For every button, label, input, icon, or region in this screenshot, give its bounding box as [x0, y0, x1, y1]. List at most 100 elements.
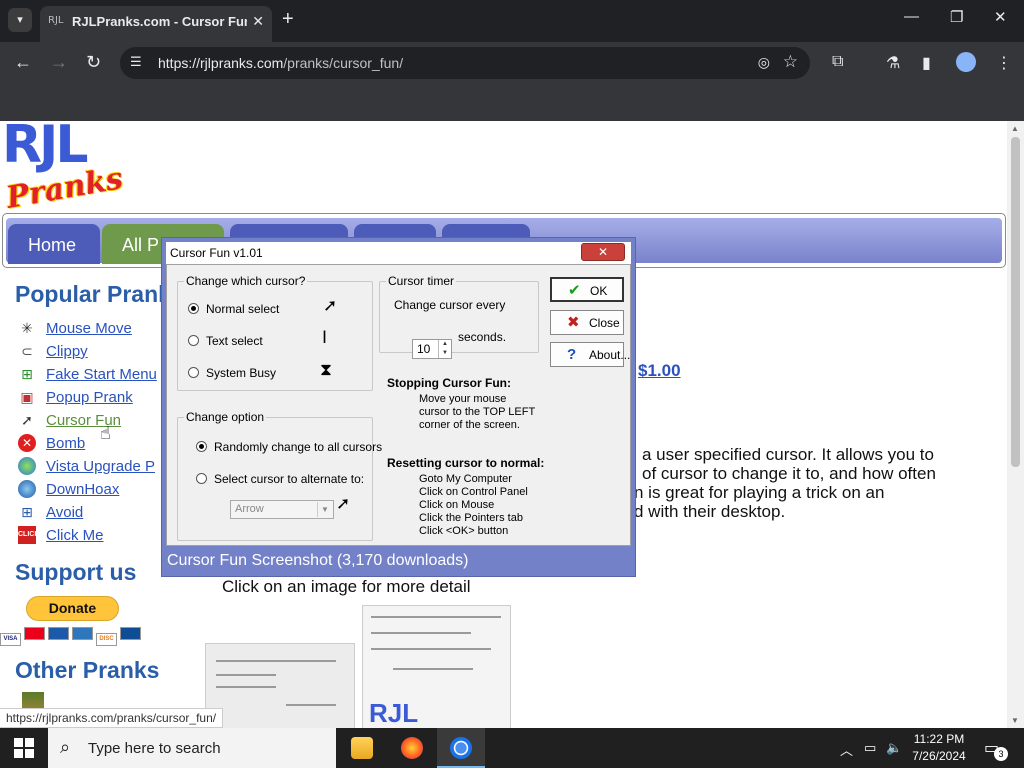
- x-icon: ✖: [567, 314, 580, 331]
- radio-dot: [188, 335, 199, 346]
- address-url: https://rjlpranks.com/pranks/cursor_fun/: [158, 55, 404, 71]
- radio-label: Randomly change to all cursors: [214, 440, 383, 454]
- cursor-timer-group: Cursor timer Change cursor every 10 ▲ ▼ s…: [379, 274, 539, 359]
- notification-count: 3: [994, 747, 1008, 761]
- button-label: About...: [589, 348, 631, 362]
- tab-favicon: RJL: [48, 15, 64, 26]
- screenshot-thumbnail-about[interactable]: RJL: [362, 605, 511, 728]
- spin-buttons-icon[interactable]: ▲ ▼: [438, 340, 451, 358]
- thumb-line: [286, 704, 336, 706]
- timer-seconds-input[interactable]: 10 ▲ ▼: [412, 339, 452, 359]
- sidebar-link-label[interactable]: Popup Prank: [46, 389, 133, 406]
- dialog-titlebar: Cursor Fun v1.01 ✕: [166, 242, 631, 264]
- about-button[interactable]: ? About...: [550, 342, 630, 367]
- sidebar-link-label[interactable]: Mouse Move: [46, 320, 132, 337]
- bookmark-star-icon[interactable]: ☆: [783, 52, 798, 72]
- visa-card-icon: VISA: [0, 633, 21, 646]
- taskbar-search[interactable]: ⌕ Type here to search: [48, 728, 336, 768]
- reload-icon[interactable]: ↻: [86, 52, 101, 72]
- amex-icon: [72, 627, 93, 640]
- windows-start-icon[interactable]: [14, 738, 34, 758]
- dialog-body: Change which cursor? Normal select ➚ Tex…: [166, 264, 631, 546]
- dialog-close-button[interactable]: ✕: [581, 243, 625, 261]
- help-icon: ?: [567, 346, 577, 363]
- discover-icon: DISC: [96, 633, 117, 646]
- price-link[interactable]: $1.00: [638, 361, 681, 381]
- scrollbar-thumb[interactable]: [1011, 137, 1020, 467]
- windows-flag-icon: ⊞: [21, 366, 33, 382]
- sidebar-link-label[interactable]: Click Me: [46, 527, 104, 544]
- rjl-pranks-logo[interactable]: RJL Pranks: [0, 121, 125, 216]
- tab-search-button[interactable]: ▾: [8, 8, 32, 32]
- thumb-rjl-logo: RJL: [369, 698, 419, 728]
- labs-flask-icon[interactable]: ⚗: [886, 53, 900, 73]
- bookmarks-bar: [0, 84, 1024, 121]
- scroll-up-icon[interactable]: ▲: [1011, 124, 1019, 133]
- tab-cursor-fun[interactable]: RJL RJLPranks.com - Cursor Fun ✕: [40, 6, 272, 42]
- menu-kebab-icon[interactable]: ⋮: [996, 53, 1012, 73]
- timer-unit: seconds.: [458, 330, 507, 344]
- scroll-down-icon[interactable]: ▼: [1011, 716, 1019, 725]
- address-bar[interactable]: ☰ https://rjlpranks.com/pranks/cursor_fu…: [120, 47, 810, 79]
- button-label: OK: [590, 284, 608, 298]
- popup-icon: ▣: [20, 389, 34, 405]
- sidebar-link-label[interactable]: Fake Start Menu: [46, 366, 157, 383]
- volume-muted-icon[interactable]: 🔈: [886, 740, 902, 756]
- search-placeholder: Type here to search: [88, 740, 221, 757]
- alternate-cursor-select[interactable]: Arrow ▼: [230, 500, 334, 519]
- stopping-line: corner of the screen.: [419, 419, 520, 431]
- thumb-line: [216, 686, 276, 688]
- window-close-icon[interactable]: ✕: [994, 8, 1007, 26]
- nav-tab-home[interactable]: Home: [8, 224, 100, 264]
- site-info-icon[interactable]: ☰: [130, 54, 142, 70]
- thumb-line: [371, 632, 471, 634]
- windows-taskbar: ⌕ Type here to search ︿ ▭ 🔈 11:22 PM 7/2…: [0, 728, 1024, 768]
- sidebar-link-label[interactable]: Avoid: [46, 504, 83, 521]
- popular-pranks-heading: Popular Pranl: [15, 281, 165, 307]
- donate-button[interactable]: Donate: [26, 596, 119, 621]
- network-icon[interactable]: ▭: [864, 740, 876, 756]
- paperclip-icon: ⊂: [21, 343, 33, 359]
- radio-label: Text select: [206, 334, 263, 348]
- chrome-icon[interactable]: [437, 728, 485, 768]
- tab-title: RJLPranks.com - Cursor Fun: [72, 14, 247, 29]
- notification-center-icon[interactable]: ▭ 3: [984, 738, 1008, 761]
- screenshot-thumbnail-main[interactable]: [205, 643, 355, 728]
- vista-globe-icon: [18, 457, 36, 475]
- resetting-line: Goto My Computer: [419, 473, 512, 485]
- system-clock[interactable]: 11:22 PM 7/26/2024: [906, 731, 972, 765]
- sidebar-link-label[interactable]: Vista Upgrade P: [46, 458, 155, 475]
- extensions-icon[interactable]: ⧉: [832, 53, 843, 71]
- radio-label: System Busy: [206, 366, 277, 380]
- thumb-line: [371, 648, 491, 650]
- sidebar-link-label[interactable]: Clippy: [46, 343, 88, 360]
- globe-icon: [18, 480, 36, 498]
- firefox-icon[interactable]: [388, 728, 436, 768]
- cursor-fun-dialog[interactable]: Cursor Fun v1.01 ✕ Change which cursor? …: [161, 237, 636, 577]
- unionpay-icon: [120, 627, 141, 640]
- profile-avatar[interactable]: [956, 52, 976, 72]
- close-button[interactable]: ✖ Close: [550, 310, 624, 335]
- tray-chevron-up-icon[interactable]: ︿: [840, 740, 853, 759]
- stopping-line: cursor to the TOP LEFT: [419, 406, 536, 418]
- resetting-line: Click on Mouse: [419, 499, 495, 511]
- change-option-group: Change option Randomly change to all cur…: [177, 410, 382, 541]
- sidebar-link-label[interactable]: Bomb: [46, 435, 85, 452]
- file-explorer-icon[interactable]: [338, 728, 386, 768]
- side-panel-icon[interactable]: ▮: [922, 53, 931, 73]
- tab-close-icon[interactable]: ✕: [252, 13, 264, 30]
- restore-icon[interactable]: ❐: [950, 8, 963, 26]
- maestro-icon: [48, 627, 69, 640]
- page-scrollbar[interactable]: ▲ ▼: [1007, 121, 1024, 728]
- radio-dot: [188, 303, 199, 314]
- minimize-icon[interactable]: —: [904, 8, 919, 25]
- other-pranks-heading: Other Pranks: [15, 657, 160, 683]
- forward-icon[interactable]: →: [50, 52, 68, 72]
- tracking-eye-icon[interactable]: ◎: [758, 54, 770, 71]
- ok-button[interactable]: ✔ OK: [550, 277, 624, 302]
- back-icon[interactable]: ←: [14, 52, 32, 72]
- mastercard-icon: [24, 627, 45, 640]
- bomb-icon: ✕: [18, 434, 36, 452]
- new-tab-button[interactable]: +: [282, 9, 294, 29]
- sidebar-link-label[interactable]: DownHoax: [46, 481, 119, 498]
